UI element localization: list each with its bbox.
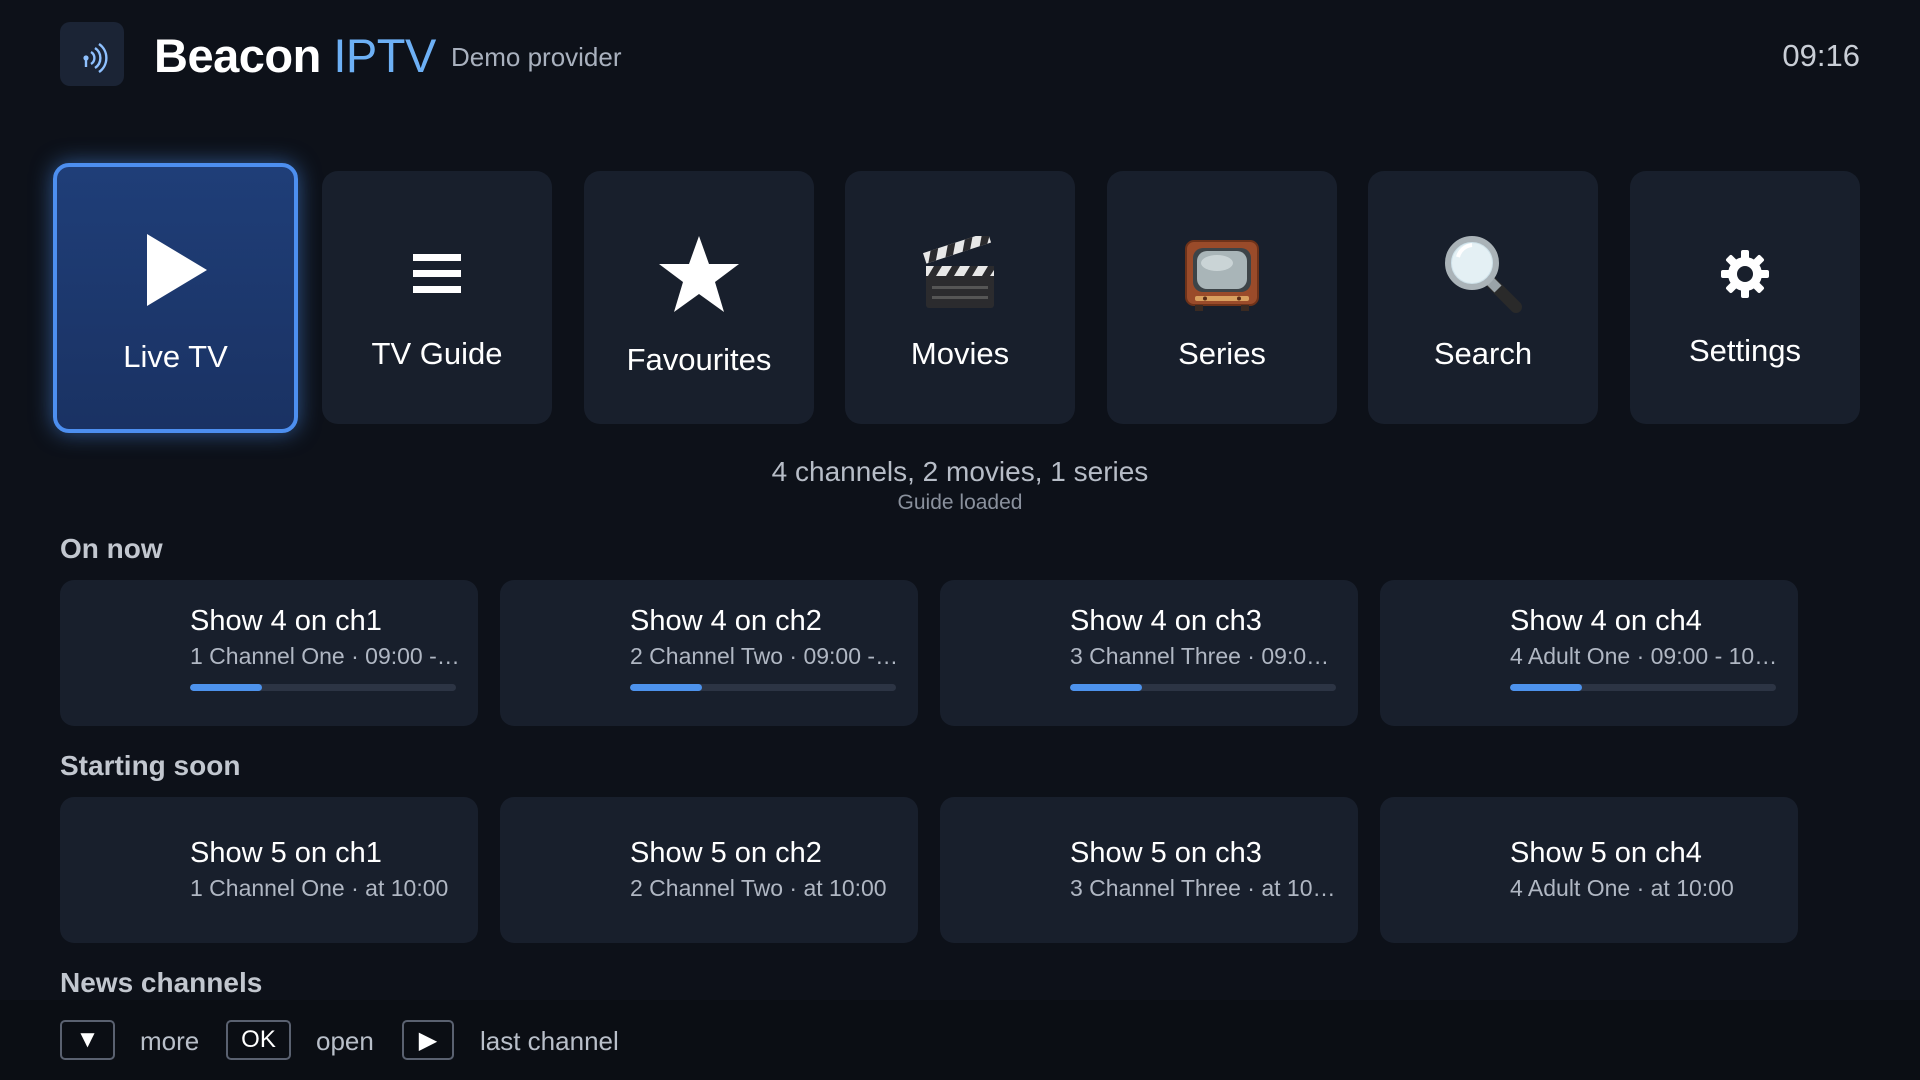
guide-status: Guide loaded xyxy=(897,491,1023,514)
soon-card[interactable]: Show 5 on ch2 2 Channel Two · at 10:00 xyxy=(500,797,918,943)
programme-subtitle: 2 Channel Two · at 10:00 xyxy=(630,875,887,901)
programme-subtitle: 2 Channel Two · 09:00 - 10:00 xyxy=(630,643,900,669)
clock: 09:16 xyxy=(1782,38,1860,73)
play-icon xyxy=(57,225,294,315)
now-card[interactable]: Show 4 on ch2 2 Channel Two · 09:00 - 10… xyxy=(500,580,918,726)
programme-title: Show 5 on ch1 xyxy=(190,837,382,869)
progress-fill xyxy=(190,684,262,691)
menu-tile-label: Favourites xyxy=(626,342,772,377)
programme-title: Show 4 on ch4 xyxy=(1510,605,1702,637)
progress-fill xyxy=(630,684,702,691)
menu-tile-label: Live TV xyxy=(123,339,228,374)
programme-subtitle: 4 Adult One · 09:00 - 10:00 xyxy=(1510,643,1780,669)
gear-icon xyxy=(1630,229,1860,319)
programme-title: Show 5 on ch3 xyxy=(1070,837,1262,869)
key-down-icon: ▼ xyxy=(60,1020,115,1060)
clapperboard-icon xyxy=(845,229,1075,319)
now-card[interactable]: Show 4 on ch1 1 Channel One · 09:00 - 10… xyxy=(60,580,478,726)
broadcast-signal-icon xyxy=(60,22,124,86)
footer-hints: ▼ more OK open ▶ last channel xyxy=(0,1000,1920,1080)
list-icon xyxy=(322,229,552,319)
menu-tile-label: Movies xyxy=(910,336,1010,371)
menu-tile-movies[interactable]: Movies xyxy=(845,171,1075,424)
menu-tile-series[interactable]: Series xyxy=(1107,171,1337,424)
programme-subtitle: 1 Channel One · at 10:00 xyxy=(190,875,449,901)
library-summary: 4 channels, 2 movies, 1 series xyxy=(771,456,1149,487)
progress-fill xyxy=(1070,684,1142,691)
hint-last-channel: last channel xyxy=(480,1026,619,1056)
menu-tile-label: Series xyxy=(1178,336,1266,371)
menu-tile-label: Settings xyxy=(1688,333,1801,368)
menu-tile-label: Search xyxy=(1433,336,1533,371)
television-icon xyxy=(1107,229,1337,319)
brand-suffix: IPTV xyxy=(333,29,436,82)
menu-tile-label: TV Guide xyxy=(371,336,503,371)
app-title: Beacon IPTV xyxy=(154,28,436,83)
provider-name: Demo provider xyxy=(451,42,622,72)
brand-name: Beacon xyxy=(154,29,321,82)
programme-title: Show 4 on ch3 xyxy=(1070,605,1262,637)
programme-title: Show 4 on ch2 xyxy=(630,605,822,637)
menu-tile-search[interactable]: Search xyxy=(1368,171,1598,424)
progress-fill xyxy=(1510,684,1582,691)
programme-subtitle: 3 Channel Three · at 10:00 xyxy=(1070,875,1340,901)
section-title-news-channels: News channels xyxy=(60,967,263,998)
menu-tile-tv-guide[interactable]: TV Guide xyxy=(322,171,552,424)
soon-card[interactable]: Show 5 on ch3 3 Channel Three · at 10:00 xyxy=(940,797,1358,943)
star-icon xyxy=(584,229,814,319)
programme-title: Show 5 on ch2 xyxy=(630,837,822,869)
now-card[interactable]: Show 4 on ch3 3 Channel Three · 09:00 - … xyxy=(940,580,1358,726)
programme-subtitle: 1 Channel One · 09:00 - 10:00 xyxy=(190,643,460,669)
menu-tile-settings[interactable]: Settings xyxy=(1630,171,1860,424)
key-play-icon: ▶ xyxy=(402,1020,454,1060)
programme-title: Show 4 on ch1 xyxy=(190,605,382,637)
menu-tile-live-tv[interactable]: Live TV xyxy=(53,163,298,433)
iptv-home-screen: Beacon IPTV Demo provider 09:16 Live TV … xyxy=(0,0,1920,1080)
progress-bar xyxy=(190,684,456,691)
progress-bar xyxy=(630,684,896,691)
key-ok: OK xyxy=(226,1020,291,1060)
now-card[interactable]: Show 4 on ch4 4 Adult One · 09:00 - 10:0… xyxy=(1380,580,1798,726)
header: Beacon IPTV Demo provider 09:16 xyxy=(60,22,1860,88)
progress-bar xyxy=(1070,684,1336,691)
programme-title: Show 5 on ch4 xyxy=(1510,837,1702,869)
section-title-starting-soon: Starting soon xyxy=(60,750,241,781)
section-title-on-now: On now xyxy=(60,533,163,564)
hint-open: open xyxy=(316,1026,374,1056)
hint-more: more xyxy=(140,1026,200,1056)
menu-tile-favourites[interactable]: Favourites xyxy=(584,171,814,424)
programme-subtitle: 4 Adult One · at 10:00 xyxy=(1510,875,1734,901)
soon-card[interactable]: Show 5 on ch1 1 Channel One · at 10:00 xyxy=(60,797,478,943)
progress-bar xyxy=(1510,684,1776,691)
programme-subtitle: 3 Channel Three · 09:00 - 10:00 xyxy=(1070,643,1340,669)
soon-card[interactable]: Show 5 on ch4 4 Adult One · at 10:00 xyxy=(1380,797,1798,943)
magnifier-icon xyxy=(1368,229,1598,319)
